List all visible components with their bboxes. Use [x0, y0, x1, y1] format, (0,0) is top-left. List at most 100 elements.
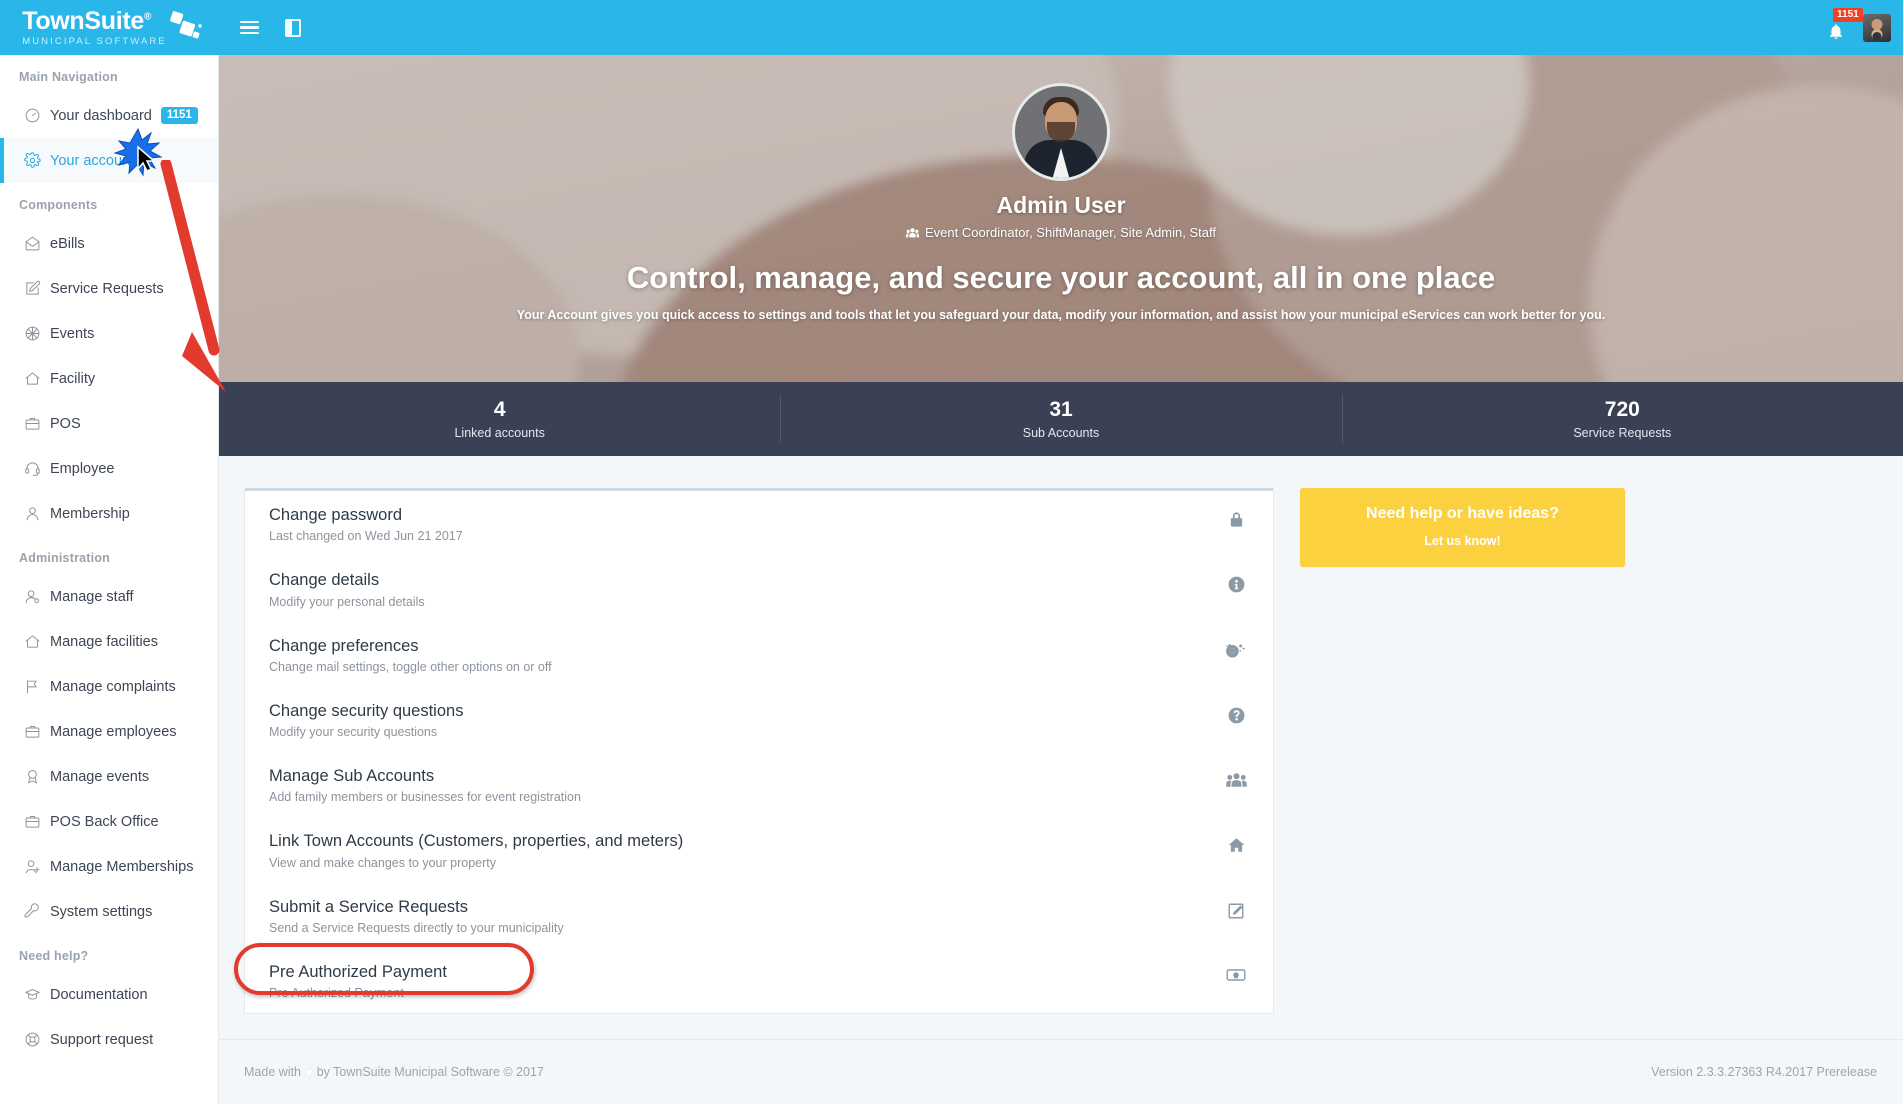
sidebar-item-label: Support request — [50, 1031, 154, 1048]
account-option-submit-a-service-requests[interactable]: Submit a Service Requests Send a Service … — [245, 883, 1273, 948]
main-content: Admin User Event Coordinator, ShiftManag… — [219, 55, 1903, 1104]
ball-icon — [24, 325, 50, 342]
wrench-icon — [24, 903, 50, 920]
sidebar-item-manage-staff[interactable]: Manage staff — [0, 574, 218, 619]
sidebar-item-label: Manage Memberships — [50, 858, 194, 875]
notifications-button[interactable]: 1151 — [1825, 7, 1863, 43]
stat-value: 31 — [1049, 398, 1073, 422]
hero-user-name: Admin User — [996, 192, 1126, 218]
stat-linked-accounts: 4 Linked accounts — [219, 382, 780, 456]
sidebar-item-label: Manage events — [50, 768, 150, 785]
top-bar: TownSuite® MUNICIPAL SOFTWARE 1151 — [0, 0, 1903, 55]
sidebar-item-manage-employees[interactable]: Manage employees — [0, 709, 218, 754]
stat-service-requests: 720 Service Requests — [1341, 382, 1903, 456]
sidebar-item-manage-facilities[interactable]: Manage facilities — [0, 619, 218, 664]
headset-icon — [24, 460, 50, 477]
home-icon — [24, 633, 50, 650]
sidebar-item-ebills[interactable]: eBills — [0, 221, 218, 266]
sidebar-toggle-icon[interactable] — [285, 18, 301, 37]
account-option-link-town-accounts-customers-properties-[interactable]: Link Town Accounts (Customers, propertie… — [245, 817, 1273, 882]
stats-bar: 4 Linked accounts 31 Sub Accounts 720 Se… — [219, 382, 1903, 456]
sidebar-item-label: Service Requests — [50, 280, 164, 297]
bell-icon — [1830, 23, 1842, 39]
lifebuoy-icon — [24, 1031, 50, 1048]
sidebar-section-title: Main Navigation — [19, 70, 118, 84]
hero-subtitle: Your Account gives you quick access to s… — [516, 308, 1606, 322]
sidebar-item-employee[interactable]: Employee — [0, 446, 218, 491]
sidebar-section-title: Components — [19, 198, 98, 212]
sidebar-item-pos-back-office[interactable]: POS Back Office — [0, 799, 218, 844]
sidebar-item-your-dashboard[interactable]: Your dashboard 1151 — [0, 93, 218, 138]
hero-roles-text: Event Coordinator, ShiftManager, Site Ad… — [925, 225, 1216, 240]
award-icon — [24, 768, 50, 785]
sidebar-item-system-settings[interactable]: System settings — [0, 889, 218, 934]
info-circle-icon — [1221, 569, 1251, 594]
account-option-description: View and make changes to your property — [269, 855, 496, 870]
question-circle-icon — [1221, 700, 1251, 725]
sidebar-item-label: Your dashboard — [50, 107, 152, 124]
heart-icon: ♥ — [304, 1064, 313, 1080]
hero-banner: Admin User Event Coordinator, ShiftManag… — [219, 55, 1903, 382]
sidebar-item-label: Your account — [50, 152, 135, 169]
sidebar-item-label: Manage staff — [50, 588, 134, 605]
home-icon — [24, 370, 50, 387]
account-option-description: Add family members or businesses for eve… — [269, 790, 581, 805]
envelope-open-icon — [24, 235, 50, 252]
hamburger-icon[interactable] — [240, 17, 259, 37]
pencil-square-icon — [24, 280, 50, 297]
main-area: Change password Last changed on Wed Jun 2… — [219, 456, 1903, 1015]
stat-label: Sub Accounts — [1022, 425, 1100, 440]
account-option-change-details[interactable]: Change details Modify your personal detai… — [245, 556, 1273, 621]
account-option-pre-authorized-payment[interactable]: Pre Authorized Payment Pre Authorized Pay… — [234, 942, 1273, 1013]
account-option-change-preferences[interactable]: Change preferences Change mail settings, … — [245, 622, 1273, 687]
sidebar-item-documentation[interactable]: Documentation — [0, 972, 218, 1017]
gear-icon — [24, 152, 50, 169]
users-group-icon — [1221, 765, 1251, 789]
help-card[interactable]: Need help or have ideas? Let us know! — [1300, 488, 1625, 567]
account-option-change-security-questions[interactable]: Change security questions Modify your sec… — [245, 687, 1273, 752]
money-bill-icon: 1 — [1221, 961, 1251, 983]
pencil-square-icon — [1221, 896, 1251, 920]
stat-value: 720 — [1604, 398, 1640, 422]
user-avatar-topbar[interactable] — [1863, 13, 1891, 42]
sidebar-item-manage-complaints[interactable]: Manage complaints — [0, 664, 218, 709]
sidebar-item-label: Employee — [50, 460, 115, 477]
account-option-description: Change mail settings, toggle other optio… — [269, 659, 552, 674]
account-option-manage-sub-accounts[interactable]: Manage Sub Accounts Add family members or… — [245, 752, 1273, 817]
stat-label: Service Requests — [1573, 425, 1672, 440]
sidebar-item-membership[interactable]: Membership — [0, 491, 218, 536]
account-option-title: Change details — [269, 571, 380, 590]
account-option-title: Link Town Accounts (Customers, propertie… — [269, 832, 684, 851]
sidebar-item-events[interactable]: Events — [0, 311, 218, 356]
app-logo[interactable]: TownSuite® MUNICIPAL SOFTWARE — [0, 0, 219, 55]
sidebar-item-facility[interactable]: Facility — [0, 356, 218, 401]
footer: Made with ♥ by TownSuite Municipal Softw… — [219, 1039, 1903, 1104]
sidebar-item-label: POS Back Office — [50, 813, 159, 830]
sidebar-item-label: System settings — [50, 903, 153, 920]
account-option-title: Change security questions — [269, 701, 464, 720]
footer-version: Version 2.3.3.27363 R4.2017 Prerelease — [1651, 1065, 1877, 1079]
stat-value: 4 — [493, 398, 506, 422]
hero-title: Control, manage, and secure your account… — [626, 260, 1496, 295]
sidebar-item-badge: 1151 — [160, 106, 198, 125]
sidebar-item-manage-memberships[interactable]: Manage Memberships — [0, 844, 218, 889]
home-icon — [1221, 830, 1251, 854]
sidebar-item-service-requests[interactable]: Service Requests — [0, 266, 218, 311]
sidebar-item-your-account[interactable]: Your account — [0, 138, 218, 183]
sidebar-item-manage-events[interactable]: Manage events — [0, 754, 218, 799]
sidebar-item-label: Documentation — [50, 986, 148, 1003]
sidebar-item-label: Manage complaints — [50, 678, 176, 695]
sidebar-item-support-request[interactable]: Support request — [0, 1017, 218, 1062]
footer-prefix: Made with — [244, 1065, 301, 1079]
user-icon — [24, 505, 50, 522]
briefcase-icon — [24, 723, 50, 740]
sidebar-item-label: Events — [50, 325, 95, 342]
sidebar-item-label: eBills — [50, 235, 85, 252]
account-option-description: Send a Service Requests directly to your… — [269, 920, 564, 935]
sidebar-item-label: Manage employees — [50, 723, 177, 740]
logo-name: TownSuite — [22, 6, 145, 35]
sidebar-item-pos[interactable]: POS — [0, 401, 218, 446]
account-option-change-password[interactable]: Change password Last changed on Wed Jun 2… — [245, 491, 1273, 556]
stat-label: Linked accounts — [454, 425, 545, 440]
sidebar-section-title: Administration — [19, 551, 110, 565]
